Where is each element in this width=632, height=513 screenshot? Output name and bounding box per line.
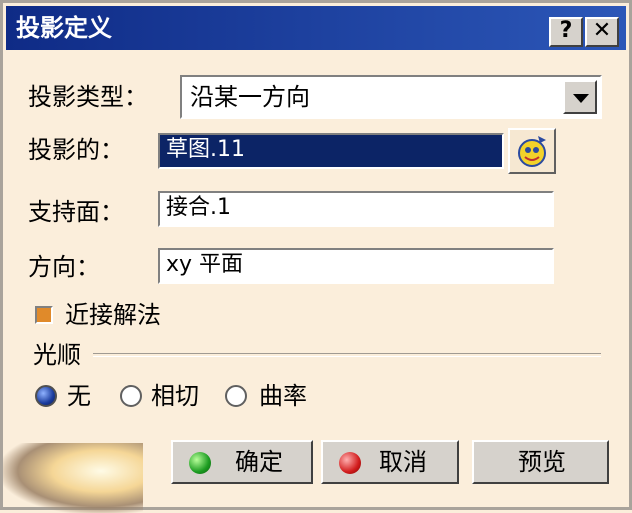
cancel-button[interactable]: 取消 <box>321 440 459 484</box>
smoothing-tangent-label: 相切 <box>151 382 199 410</box>
smoothing-group-title: 光顺 <box>33 341 81 369</box>
support-label: 支持面： <box>28 198 124 226</box>
projection-type-label: 投影类型： <box>28 83 148 111</box>
chevron-down-icon[interactable] <box>563 80 597 114</box>
direction-field[interactable]: xy 平面 <box>158 248 554 284</box>
help-button[interactable]: ? <box>549 17 583 47</box>
preview-button[interactable]: 预览 <box>472 440 609 484</box>
smoothing-group-divider <box>93 353 601 357</box>
direction-label: 方向： <box>28 253 100 281</box>
support-field[interactable]: 接合.1 <box>158 191 554 227</box>
corner-decoration <box>3 443 143 513</box>
ok-button-label: 确定 <box>235 448 283 476</box>
projection-definition-dialog: 投影定义 ? ✕ 投影类型： 沿某一方向 投影的： 草图.11 支持面： 接合.… <box>0 0 632 513</box>
projection-type-dropdown[interactable]: 沿某一方向 <box>180 75 602 119</box>
nearest-solution-checkbox[interactable] <box>35 306 53 324</box>
ok-button[interactable]: 确定 <box>171 440 313 484</box>
green-light-icon <box>189 452 211 474</box>
selection-tool-button[interactable] <box>508 128 556 174</box>
close-button[interactable]: ✕ <box>585 17 619 47</box>
smoothing-curvature-radio[interactable] <box>225 385 247 407</box>
smoothing-tangent-radio[interactable] <box>120 385 142 407</box>
projected-label: 投影的： <box>28 136 124 164</box>
projection-type-value: 沿某一方向 <box>190 83 310 111</box>
projected-element-field[interactable]: 草图.11 <box>158 133 504 169</box>
selection-tool-icon <box>518 136 546 167</box>
smoothing-none-radio[interactable] <box>35 385 57 407</box>
smoothing-curvature-label: 曲率 <box>259 382 307 410</box>
cancel-button-label: 取消 <box>379 448 427 476</box>
nearest-solution-label: 近接解法 <box>65 301 161 329</box>
window-title: 投影定义 <box>16 14 112 42</box>
red-light-icon <box>339 452 361 474</box>
smoothing-none-label: 无 <box>67 382 91 410</box>
preview-button-label: 预览 <box>518 448 566 476</box>
title-bar[interactable]: 投影定义 ? ✕ <box>6 6 626 50</box>
